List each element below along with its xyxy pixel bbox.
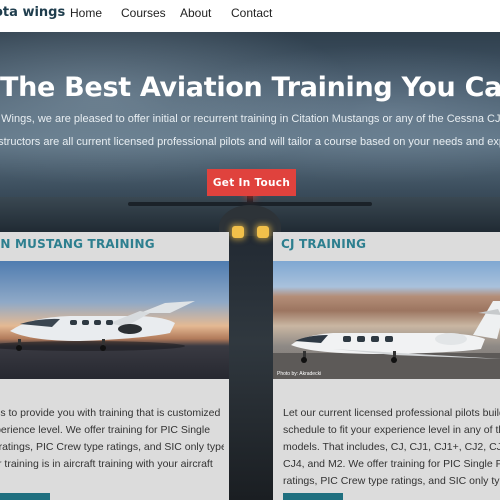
card-text-line: ratings, PIC Crew type ratings, and SIC … [283,475,500,487]
landing-light [257,226,269,238]
nav-link-contact[interactable]: Contact [231,6,272,20]
learn-more-button[interactable] [283,493,343,500]
card-text-line: models. That includes, CJ, CJ1, CJ1+, CJ… [283,441,500,453]
course-card-cj: CJ TRAINING Photo by: Akradecki Let our … [273,232,500,500]
brand-logo[interactable]: ota wings [0,5,65,20]
photo-credit: Photo by: Akradecki [277,371,322,377]
card-text-line: CJ4, and M2. We offer training for PIC S… [283,458,500,470]
hero-intro-line-2: nstructors are all current licensed prof… [0,136,500,148]
card-description: us is to provide you with training that … [0,405,224,473]
get-in-touch-button[interactable]: Get In Touch [207,169,296,196]
card-text-line: Our training is in aircraft training wit… [0,458,213,470]
course-card-mustang: ON MUSTANG TRAINING us is to provide you… [0,232,229,500]
card-text-line: pe ratings, PIC Crew type ratings, and S… [0,441,224,453]
card-text-line: experience level. We offer training for … [0,424,211,436]
card-text-line: schedule to fit your experience level in… [283,424,500,436]
nav-link-about[interactable]: About [180,6,211,20]
landing-light [232,226,244,238]
learn-more-button[interactable] [0,493,50,500]
card-text-line: Let our current licensed professional pi… [283,407,500,419]
mustang-jet-icon [0,301,195,351]
top-navbar: ota wings Home Courses About Contact [0,0,500,32]
card-description: Let our current licensed professional pi… [283,405,500,490]
card-title[interactable]: CJ TRAINING [281,237,366,251]
cj-jet-icon [273,301,500,379]
mustang-jet-photo [0,261,229,379]
hero-title: The Best Aviation Training You Can Get [0,72,500,103]
jet-fuselage-image [229,236,273,500]
nav-link-courses[interactable]: Courses [121,6,166,20]
card-text-line: us is to provide you with training that … [0,407,221,419]
cj-jet-photo: Photo by: Akradecki [273,261,500,379]
card-title[interactable]: ON MUSTANG TRAINING [0,237,155,251]
hero-intro-line-1: a Wings, we are pleased to offer initial… [0,113,500,125]
nav-link-home[interactable]: Home [70,6,102,20]
